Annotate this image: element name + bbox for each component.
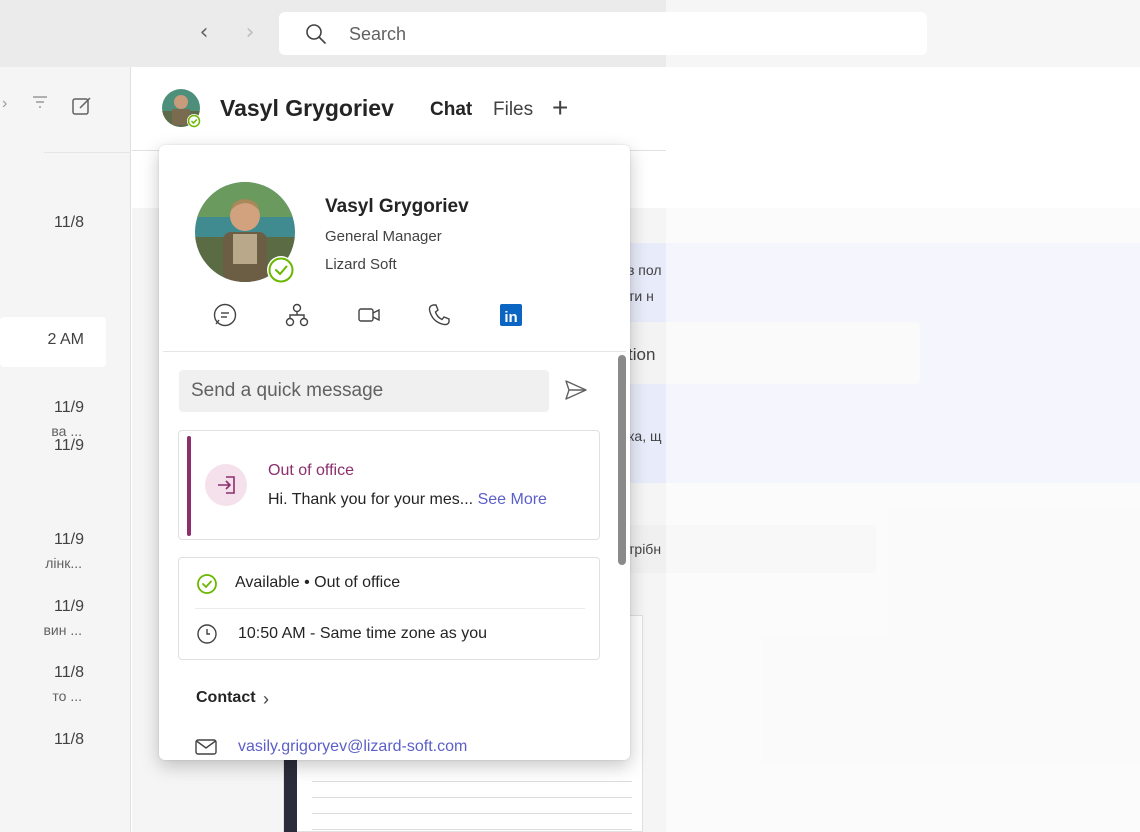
status-box: Available • Out of office 10:50 AM - Sam… [178,557,600,660]
available-check-icon [196,573,218,595]
add-tab-button[interactable]: + [552,92,568,124]
send-icon[interactable] [563,377,589,403]
linkedin-icon[interactable]: in [497,301,525,329]
divider [44,152,131,153]
availability-text: Available • Out of office [235,574,401,591]
table-row [312,800,632,814]
forward-button[interactable]: › [238,20,262,48]
email-link[interactable]: vasily.grigoryev@lizard-soft.com [238,738,467,756]
message-text: трібн [628,541,662,557]
profile-card: Vasyl Grygoriev General Manager Lizard S… [159,145,630,760]
org-chart-icon[interactable] [283,301,311,329]
out-of-office-icon [205,464,247,506]
quick-message-input[interactable] [179,370,549,412]
chat-icon[interactable] [211,301,239,329]
search-icon [305,23,327,50]
available-status-icon [266,255,296,285]
video-call-icon[interactable] [355,301,383,329]
tab-files[interactable]: Files [493,99,533,121]
list-item-selected[interactable]: 2 AM [0,317,106,367]
table-row [312,816,632,830]
ooo-accent-bar [187,436,191,536]
contact-heading[interactable]: Contact [196,689,256,707]
divider [195,608,585,609]
chat-list-pane: › 11/8 2 AM 11/9 ва ... 11/9 11/9 лінк..… [0,67,131,832]
search-placeholder: Search [349,24,407,44]
tab-chat[interactable]: Chat [430,99,472,121]
filter-icon[interactable] [32,93,48,114]
back-button[interactable]: ‹ [192,20,216,48]
avatar[interactable] [160,87,202,129]
profile-job-title: General Manager [325,228,442,245]
chevron-right-icon[interactable]: › [263,689,269,710]
phone-icon[interactable] [425,301,453,329]
message-text: ка, щ [628,428,662,444]
chat-header: Vasyl Grygoriev Chat Files + [132,67,666,151]
quick-message-input-wrapper [179,370,549,412]
local-time-text: 10:50 AM - Same time zone as you [238,625,488,642]
ooo-message-text: Hi. Thank you for your mes... [268,491,474,508]
message-text: ти н [628,288,654,304]
out-of-office-box: Out of office Hi. Thank you for your mes… [178,430,600,540]
profile-company: Lizard Soft [325,256,397,273]
ooo-message: Hi. Thank you for your mes... See More [268,491,547,509]
see-more-link[interactable]: See More [478,491,547,508]
clock-icon [196,623,218,645]
overlay-fade [666,0,1140,832]
chevron-right-icon[interactable]: › [2,95,7,113]
message-text: з пол [628,262,662,278]
mail-icon [195,738,217,756]
table-row [312,784,632,798]
chat-title: Vasyl Grygoriev [220,95,394,121]
profile-name: Vasyl Grygoriev [325,196,469,217]
scrollbar[interactable] [618,355,626,565]
svg-text:in: in [504,309,517,326]
table-row [312,768,632,782]
ooo-title: Out of office [268,462,354,479]
file-name: tion [628,345,656,364]
new-chat-icon[interactable] [70,94,94,123]
divider [163,351,626,352]
